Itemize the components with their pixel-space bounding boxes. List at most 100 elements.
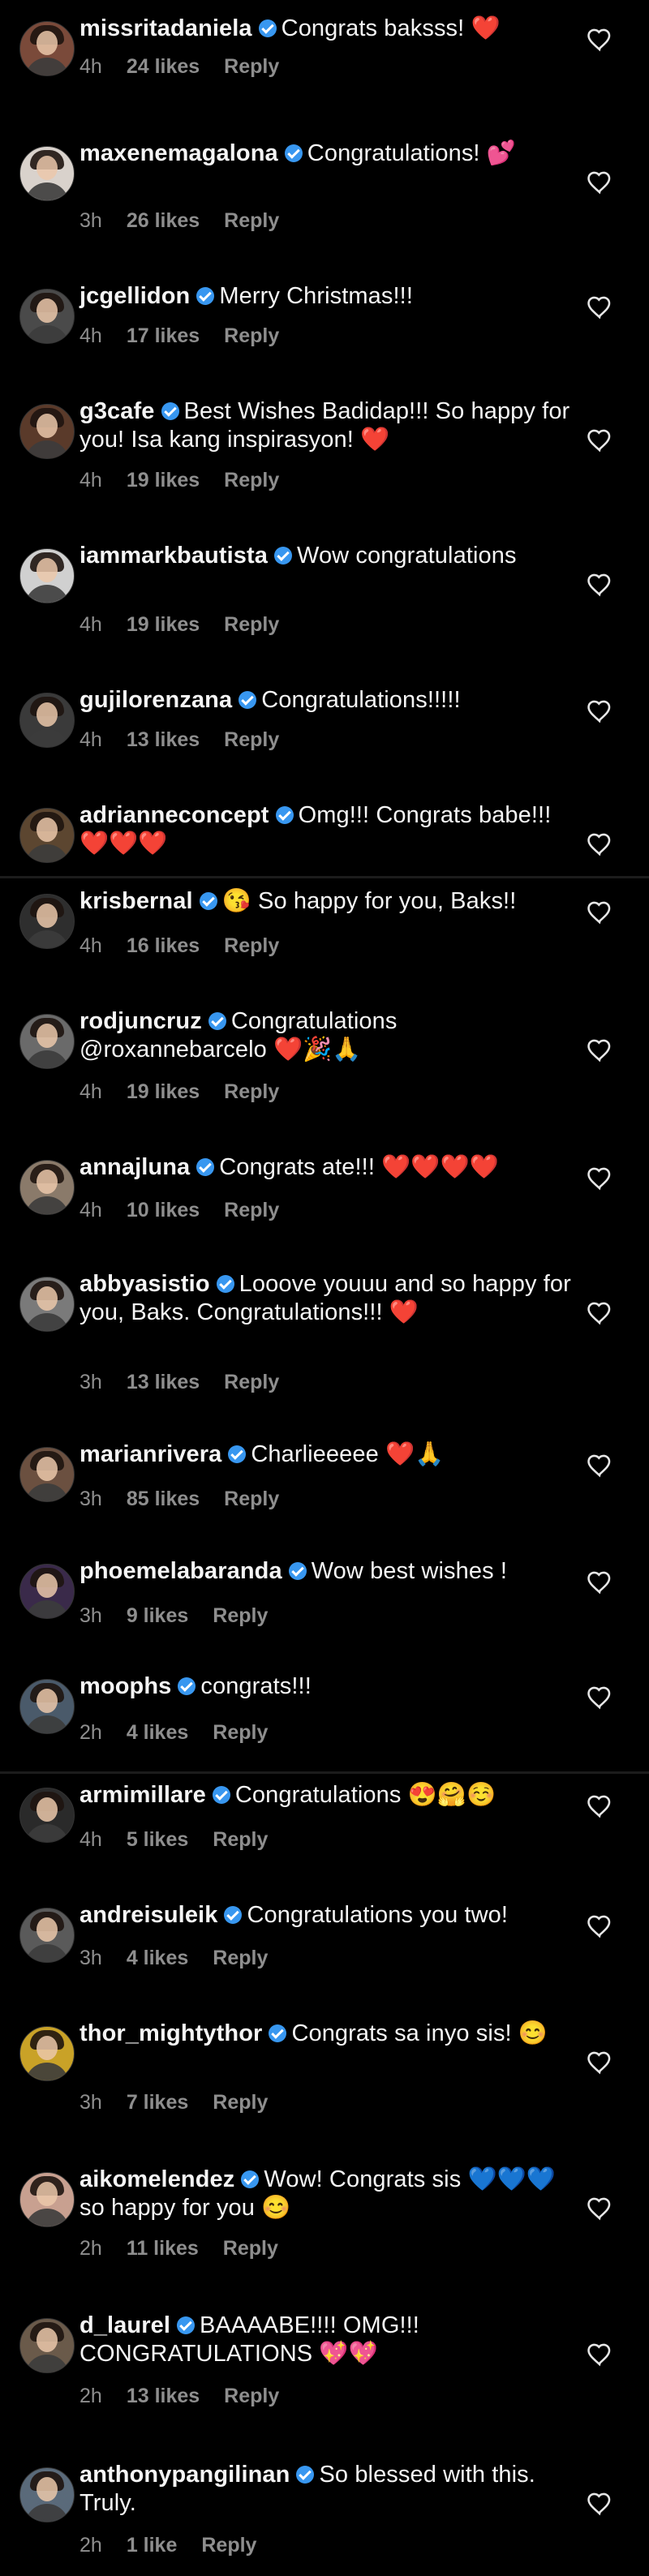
likes-count[interactable]: 13 likes bbox=[127, 728, 200, 751]
avatar[interactable] bbox=[19, 1160, 75, 1215]
like-heart-icon[interactable] bbox=[586, 2195, 613, 2222]
likes-count[interactable]: 5 likes bbox=[127, 1828, 188, 1851]
like-heart-icon[interactable] bbox=[586, 1684, 613, 1711]
username[interactable]: anthonypangilinan bbox=[80, 2462, 290, 2488]
reply-button[interactable]: Reply bbox=[201, 2534, 256, 2557]
avatar[interactable] bbox=[19, 404, 75, 459]
reply-button[interactable]: Reply bbox=[224, 209, 279, 232]
like-heart-icon[interactable] bbox=[586, 571, 613, 599]
like-heart-icon[interactable] bbox=[586, 169, 613, 196]
reply-button[interactable]: Reply bbox=[224, 2385, 279, 2407]
like-heart-icon[interactable] bbox=[586, 698, 613, 725]
avatar[interactable] bbox=[19, 21, 75, 76]
avatar[interactable] bbox=[19, 1564, 75, 1619]
likes-count[interactable]: 9 likes bbox=[127, 1604, 188, 1627]
username[interactable]: abbyasistio bbox=[80, 1271, 210, 1297]
like-heart-icon[interactable] bbox=[586, 26, 613, 54]
reply-button[interactable]: Reply bbox=[213, 1947, 268, 1969]
likes-count[interactable]: 19 likes bbox=[127, 1080, 200, 1103]
like-heart-icon[interactable] bbox=[586, 294, 613, 321]
likes-count[interactable]: 11 likes bbox=[127, 2237, 199, 2260]
like-heart-icon[interactable] bbox=[586, 1913, 613, 1940]
reply-button[interactable]: Reply bbox=[223, 2237, 278, 2260]
username[interactable]: iammarkbautista bbox=[80, 543, 268, 569]
avatar[interactable] bbox=[19, 808, 75, 863]
likes-count[interactable]: 10 likes bbox=[127, 1199, 200, 1221]
reply-button[interactable]: Reply bbox=[224, 1080, 279, 1103]
like-heart-icon[interactable] bbox=[586, 1452, 613, 1479]
likes-count[interactable]: 1 like bbox=[127, 2534, 178, 2557]
avatar[interactable] bbox=[19, 693, 75, 748]
likes-count[interactable]: 13 likes bbox=[127, 2385, 200, 2407]
avatar[interactable] bbox=[19, 1788, 75, 1843]
reply-button[interactable]: Reply bbox=[213, 2091, 268, 2114]
avatar[interactable] bbox=[19, 1679, 75, 1734]
avatar[interactable] bbox=[19, 1014, 75, 1069]
username[interactable]: aikomelendez bbox=[80, 2166, 234, 2192]
reply-button[interactable]: Reply bbox=[224, 728, 279, 751]
username[interactable]: rodjuncruz bbox=[80, 1008, 202, 1034]
like-heart-icon[interactable] bbox=[586, 899, 613, 926]
avatar[interactable] bbox=[19, 2172, 75, 2227]
avatar[interactable] bbox=[19, 146, 75, 201]
like-heart-icon[interactable] bbox=[586, 427, 613, 454]
like-heart-icon[interactable] bbox=[586, 2049, 613, 2076]
timestamp: 2h bbox=[80, 2534, 102, 2557]
likes-count[interactable]: 4 likes bbox=[127, 1721, 188, 1744]
username[interactable]: moophs bbox=[80, 1673, 171, 1699]
reply-button[interactable]: Reply bbox=[224, 613, 279, 636]
username[interactable]: krisbernal bbox=[80, 888, 193, 914]
username[interactable]: missritadaniela bbox=[80, 15, 252, 41]
like-heart-icon[interactable] bbox=[586, 1037, 613, 1064]
avatar[interactable] bbox=[19, 1277, 75, 1332]
avatar[interactable] bbox=[19, 894, 75, 949]
avatar[interactable] bbox=[19, 289, 75, 344]
likes-count[interactable]: 13 likes bbox=[127, 1371, 200, 1393]
avatar[interactable] bbox=[19, 1447, 75, 1502]
username[interactable]: g3cafe bbox=[80, 398, 155, 424]
username[interactable]: jcgellidon bbox=[80, 283, 190, 309]
likes-count[interactable]: 24 likes bbox=[127, 55, 200, 78]
username[interactable]: marianrivera bbox=[80, 1441, 221, 1467]
avatar[interactable] bbox=[19, 2026, 75, 2081]
avatar[interactable] bbox=[19, 2318, 75, 2373]
avatar[interactable] bbox=[19, 548, 75, 603]
likes-count[interactable]: 7 likes bbox=[127, 2091, 188, 2114]
reply-button[interactable]: Reply bbox=[213, 1721, 268, 1744]
like-heart-icon[interactable] bbox=[586, 1569, 613, 1596]
avatar-face bbox=[37, 298, 58, 323]
reply-button[interactable]: Reply bbox=[224, 1199, 279, 1221]
avatar[interactable] bbox=[19, 2467, 75, 2522]
username[interactable]: thor_mightythor bbox=[80, 2020, 262, 2046]
reply-button[interactable]: Reply bbox=[224, 934, 279, 957]
like-heart-icon[interactable] bbox=[586, 831, 613, 858]
likes-count[interactable]: 16 likes bbox=[127, 934, 200, 957]
username[interactable]: adrianneconcept bbox=[80, 802, 269, 828]
likes-count[interactable]: 4 likes bbox=[127, 1947, 188, 1969]
username[interactable]: annajluna bbox=[80, 1154, 190, 1180]
reply-button[interactable]: Reply bbox=[213, 1604, 268, 1627]
likes-count[interactable]: 26 likes bbox=[127, 209, 200, 232]
like-heart-icon[interactable] bbox=[586, 1299, 613, 1327]
reply-button[interactable]: Reply bbox=[224, 1371, 279, 1393]
reply-button[interactable]: Reply bbox=[213, 1828, 268, 1851]
like-heart-icon[interactable] bbox=[586, 1165, 613, 1192]
likes-count[interactable]: 85 likes bbox=[127, 1488, 200, 1510]
username[interactable]: gujilorenzana bbox=[80, 687, 232, 713]
like-heart-icon[interactable] bbox=[586, 1792, 613, 1820]
like-heart-icon[interactable] bbox=[586, 2341, 613, 2368]
likes-count[interactable]: 17 likes bbox=[127, 324, 200, 347]
reply-button[interactable]: Reply bbox=[224, 324, 279, 347]
reply-button[interactable]: Reply bbox=[224, 1488, 279, 1510]
likes-count[interactable]: 19 likes bbox=[127, 469, 200, 492]
like-heart-icon[interactable] bbox=[586, 2490, 613, 2518]
username[interactable]: maxenemagalona bbox=[80, 140, 278, 166]
username[interactable]: andreisuleik bbox=[80, 1902, 217, 1928]
reply-button[interactable]: Reply bbox=[224, 469, 279, 492]
reply-button[interactable]: Reply bbox=[224, 55, 279, 78]
username[interactable]: armimillare bbox=[80, 1782, 206, 1808]
username[interactable]: phoemelabaranda bbox=[80, 1558, 282, 1584]
likes-count[interactable]: 19 likes bbox=[127, 613, 200, 636]
username[interactable]: d_laurel bbox=[80, 2312, 170, 2338]
avatar[interactable] bbox=[19, 1908, 75, 1963]
